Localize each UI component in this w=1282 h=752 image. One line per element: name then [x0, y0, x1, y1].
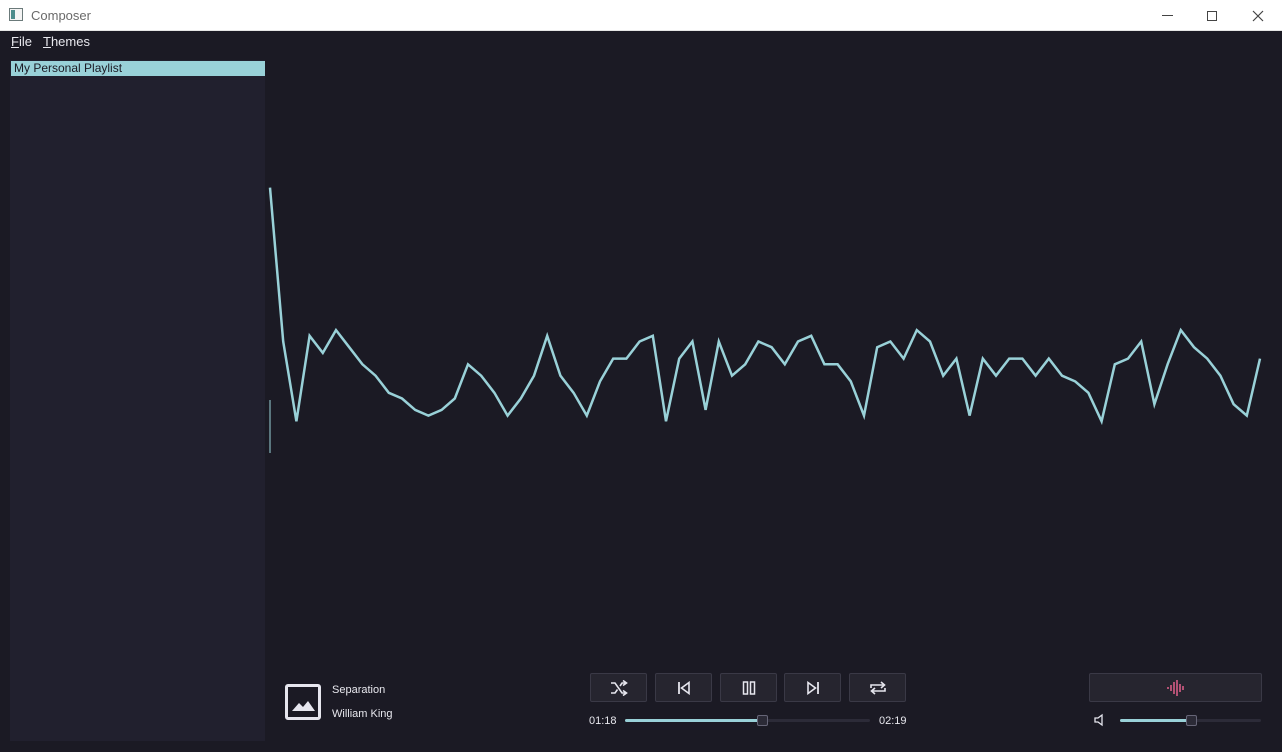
- pause-button[interactable]: [720, 673, 777, 702]
- previous-track-button[interactable]: [655, 673, 712, 702]
- next-track-button[interactable]: [784, 673, 841, 702]
- repeat-icon: [869, 680, 886, 695]
- total-time: 02:19: [879, 715, 907, 727]
- shuffle-button[interactable]: [590, 673, 647, 702]
- shuffle-icon: [610, 679, 628, 696]
- seek-progress: [625, 719, 763, 722]
- now-playing-title: Separation: [332, 684, 386, 696]
- audio-wave-icon: [1166, 679, 1184, 696]
- playlist-sidebar[interactable]: My Personal Playlist: [10, 60, 265, 741]
- title-bar: Composer: [0, 0, 1282, 31]
- playlist-item-selected[interactable]: My Personal Playlist: [11, 61, 265, 76]
- close-icon: [1252, 10, 1264, 21]
- minimize-button[interactable]: [1144, 0, 1190, 31]
- image-placeholder-icon: [285, 684, 321, 720]
- maximize-icon: [1207, 10, 1217, 21]
- close-button[interactable]: [1235, 0, 1281, 31]
- previous-track-icon: [677, 680, 690, 695]
- now-playing-artist: William King: [332, 708, 393, 720]
- menu-bar: File Themes: [0, 31, 1282, 53]
- menu-themes-label: hemes: [50, 34, 90, 49]
- window-title: Composer: [31, 8, 91, 23]
- menu-themes-accel: T: [43, 34, 51, 49]
- current-time: 01:18: [589, 715, 617, 727]
- speaker-icon[interactable]: [1094, 713, 1108, 727]
- volume-slider[interactable]: [1120, 715, 1261, 726]
- next-track-icon: [806, 680, 819, 695]
- app-window-icon: [9, 8, 23, 21]
- visualizer-wave-line: [268, 187, 1262, 426]
- pause-icon: [742, 680, 755, 695]
- menu-themes[interactable]: Themes: [43, 34, 90, 49]
- visualizer-toggle-button[interactable]: [1089, 673, 1262, 702]
- audio-visualizer: [268, 187, 1262, 453]
- maximize-button[interactable]: [1189, 0, 1235, 31]
- seek-slider[interactable]: [625, 715, 870, 726]
- menu-file-label: ile: [18, 34, 32, 49]
- minimize-icon: [1161, 15, 1173, 16]
- menu-file-accel: F: [11, 34, 19, 49]
- volume-level: [1120, 719, 1191, 722]
- seek-handle[interactable]: [757, 715, 769, 726]
- volume-handle[interactable]: [1185, 715, 1197, 726]
- menu-file[interactable]: File: [11, 34, 32, 49]
- repeat-button[interactable]: [849, 673, 906, 702]
